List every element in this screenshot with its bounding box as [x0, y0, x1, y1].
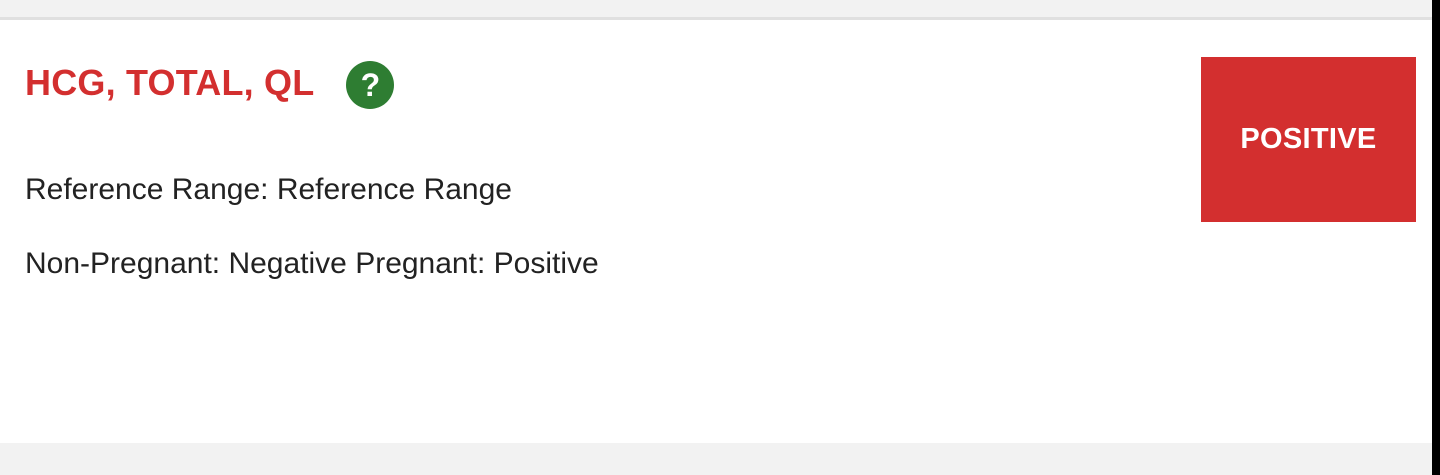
- interpretation-text: Non-Pregnant: Negative Pregnant: Positiv…: [25, 247, 599, 280]
- top-divider: [0, 0, 1432, 20]
- test-title: HCG, TOTAL, QL: [25, 62, 315, 103]
- reference-range-text: Reference Range: Reference Range: [25, 173, 512, 206]
- question-mark-icon[interactable]: ?: [346, 61, 395, 109]
- bottom-divider: [0, 443, 1432, 475]
- test-title-row: HCG, TOTAL, QL ?: [25, 58, 395, 109]
- result-status-badge: POSITIVE: [1201, 57, 1416, 222]
